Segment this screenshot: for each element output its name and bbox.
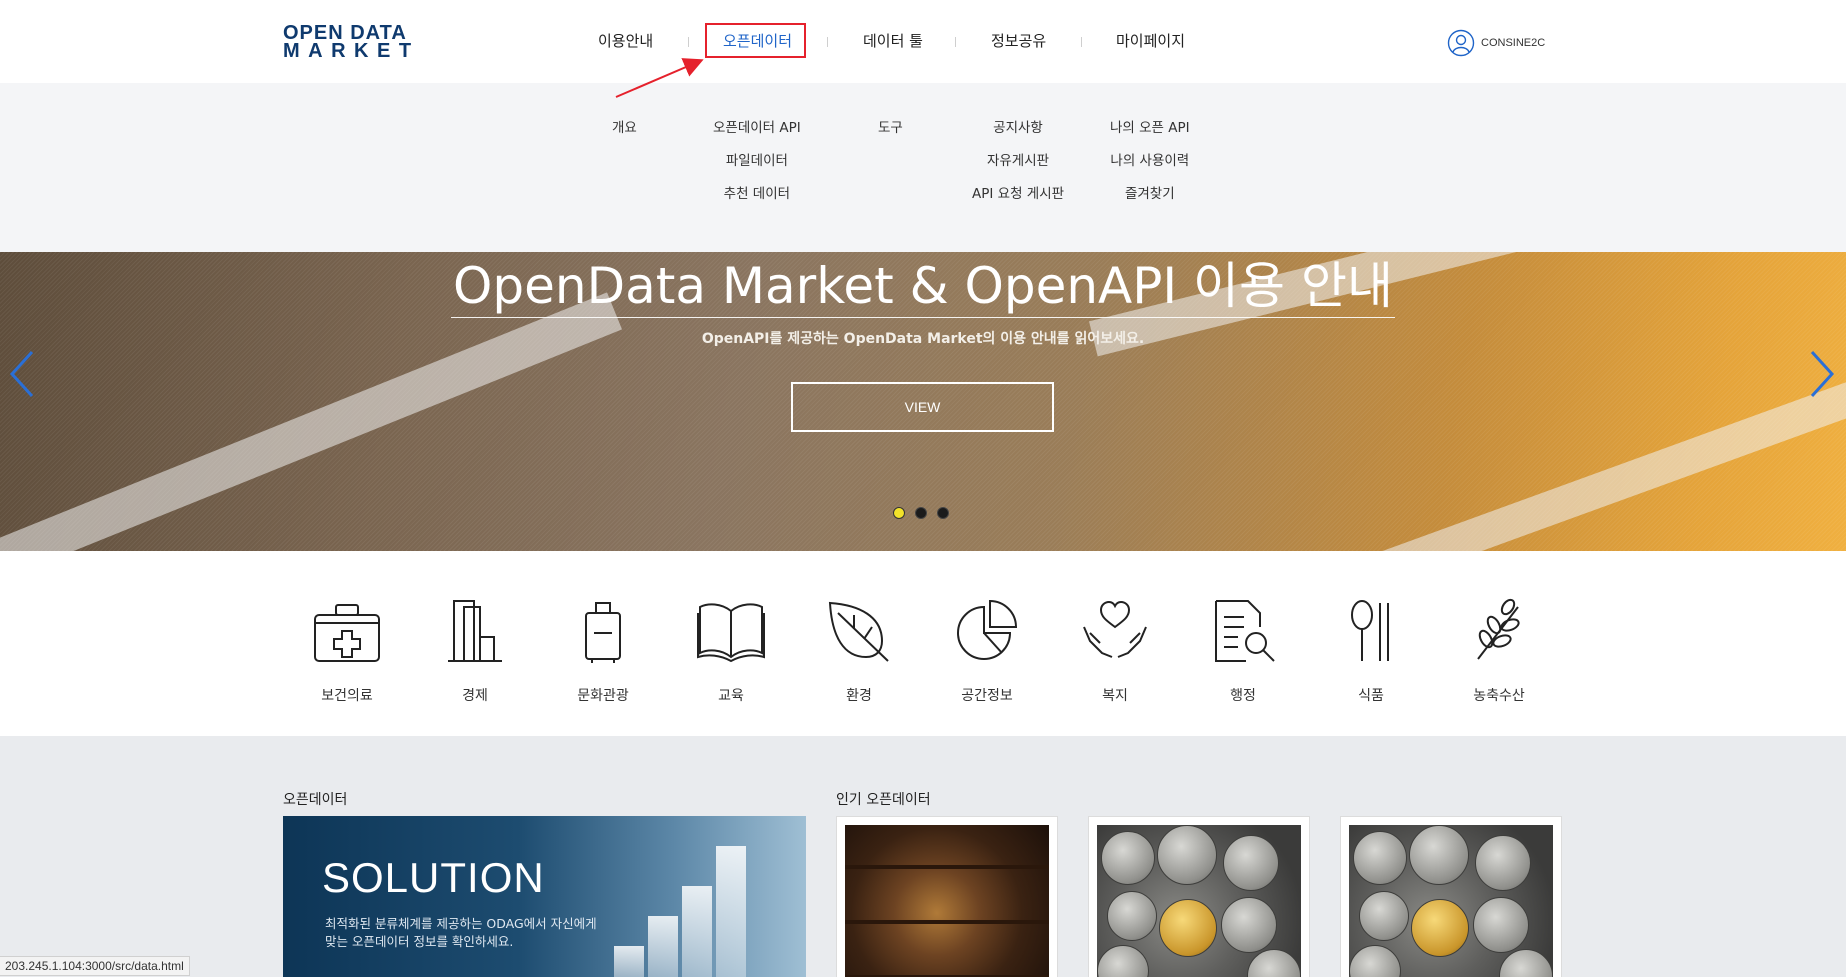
mega-menu: 개요 오픈데이터 API 파일데이터 추천 데이터 도구 공지사항 자유게시판 …	[0, 83, 1846, 252]
hero-subtitle: OpenAPI를 제공하는 OpenData Market의 이용 안내를 읽어…	[701, 331, 1145, 347]
wheat-icon	[1477, 598, 1520, 660]
menu-item-tools[interactable]: 도구	[878, 119, 903, 138]
open-book-icon	[697, 603, 765, 663]
user-name: CONSINE2C	[1481, 37, 1546, 49]
solution-banner[interactable]: SOLUTION 최적화된 분류체계를 제공하는 ODAG에서 자신에게 맞는 …	[283, 816, 806, 977]
nav-item-guide[interactable]: 이용안내	[598, 30, 653, 51]
bookshelf-image	[845, 825, 1049, 977]
category-label: 복지	[1102, 688, 1128, 704]
menu-item-overview[interactable]: 개요	[612, 119, 637, 138]
hero-title: OpenData Market & OpenAPI 이용 안내	[0, 252, 1846, 318]
hero-prev-arrow-icon[interactable]	[8, 348, 36, 400]
menu-item-file-data[interactable]: 파일데이터	[726, 152, 788, 171]
nav-item-mypage[interactable]: 마이페이지	[1116, 30, 1185, 51]
browser-status-url: 203.245.1.104:3000/src/data.html	[0, 956, 190, 976]
nav-divider	[1081, 37, 1082, 47]
mega-col-guide: 개요	[612, 119, 637, 138]
solution-desc-line: 맞는 오픈데이터 정보를 확인하세요.	[325, 934, 514, 949]
popular-data-title: 인기 오픈데이터	[836, 792, 931, 808]
category-administration[interactable]: 행정	[1183, 597, 1303, 705]
category-culture-tourism[interactable]: 문화관광	[543, 597, 663, 705]
hero-dot-2[interactable]	[915, 507, 927, 519]
popular-card[interactable]	[1340, 816, 1562, 977]
category-environment[interactable]: 환경	[799, 597, 919, 705]
site-header: OPEN DATA MARKET 이용안내 오픈데이터 데이터 툴 정보공유 마…	[0, 0, 1846, 83]
menu-item-my-open-api[interactable]: 나의 오픈 API	[1110, 119, 1190, 138]
medical-kit-icon	[314, 604, 380, 662]
category-agriculture[interactable]: 농축수산	[1439, 597, 1559, 705]
main-nav: 이용안내 오픈데이터 데이터 툴 정보공유 마이페이지	[0, 30, 1846, 54]
popular-card[interactable]	[1088, 816, 1310, 977]
popular-card[interactable]	[836, 816, 1058, 977]
hero-dot-1[interactable]	[893, 507, 905, 519]
category-label: 환경	[846, 688, 872, 704]
highlight-box	[705, 23, 806, 58]
menu-item-free-board[interactable]: 자유게시판	[987, 152, 1049, 171]
nav-divider	[688, 37, 689, 47]
luggage-icon	[585, 602, 621, 663]
category-education[interactable]: 교육	[671, 597, 791, 705]
solution-title: SOLUTION	[322, 854, 545, 901]
category-label: 문화관광	[577, 688, 629, 704]
mega-col-open-data: 오픈데이터 API 파일데이터 추천 데이터	[713, 119, 801, 204]
hands-heart-icon	[1083, 600, 1147, 658]
content-section: 오픈데이터 인기 오픈데이터 SOLUTION 최적화된 분류체계를 제공하는 …	[0, 736, 1846, 977]
menu-item-favorites[interactable]: 즐겨찾기	[1125, 185, 1175, 204]
mega-col-data-tool: 도구	[878, 119, 903, 138]
menu-item-notices[interactable]: 공지사항	[993, 119, 1043, 138]
user-account[interactable]: CONSINE2C	[1447, 29, 1545, 57]
hero-pagination	[893, 507, 949, 519]
hero-view-button[interactable]: VIEW	[791, 382, 1054, 432]
category-label: 행정	[1230, 688, 1256, 704]
category-spatial-info[interactable]: 공간정보	[927, 597, 1047, 705]
spoon-chopsticks-icon	[1351, 600, 1389, 661]
solution-description: 최적화된 분류체계를 제공하는 ODAG에서 자신에게 맞는 오픈데이터 정보를…	[325, 915, 645, 951]
document-search-icon	[1215, 600, 1275, 662]
open-data-title: 오픈데이터	[283, 792, 348, 808]
category-bar: 보건의료 경제 문화관광 교육 환경 공간정보 복지 행정 식품 농축수산	[0, 551, 1846, 736]
category-health[interactable]: 보건의료	[287, 597, 407, 705]
buildings-icon	[448, 600, 502, 662]
menu-item-my-usage[interactable]: 나의 사용이력	[1110, 152, 1189, 171]
category-label: 보건의료	[321, 688, 373, 704]
hero-title-text: OpenData Market & OpenAPI 이용 안내	[451, 257, 1395, 318]
nav-item-data-tool[interactable]: 데이터 툴	[863, 30, 923, 51]
mega-col-mypage: 나의 오픈 API 나의 사용이력 즐겨찾기	[1110, 119, 1190, 204]
pie-chart-icon	[957, 599, 1018, 660]
hero-dot-3[interactable]	[937, 507, 949, 519]
menu-item-api-request-board[interactable]: API 요청 게시판	[972, 185, 1064, 204]
category-label: 공간정보	[961, 688, 1013, 704]
hero-next-arrow-icon[interactable]	[1808, 348, 1836, 400]
category-food[interactable]: 식품	[1311, 597, 1431, 705]
category-economy[interactable]: 경제	[415, 597, 535, 705]
leaf-icon	[828, 601, 889, 662]
category-label: 식품	[1358, 688, 1384, 704]
nav-divider	[955, 37, 956, 47]
menu-item-recommended-data[interactable]: 추천 데이터	[724, 185, 790, 204]
mega-col-info-share: 공지사항 자유게시판 API 요청 게시판	[972, 119, 1064, 204]
coins-image	[1349, 825, 1553, 977]
category-welfare[interactable]: 복지	[1055, 597, 1175, 705]
category-label: 경제	[462, 688, 488, 704]
menu-item-open-data-api[interactable]: 오픈데이터 API	[713, 119, 801, 138]
category-label: 교육	[718, 688, 744, 704]
nav-item-info-share[interactable]: 정보공유	[991, 30, 1046, 51]
solution-desc-line: 최적화된 분류체계를 제공하는 ODAG에서 자신에게	[325, 916, 597, 931]
nav-divider	[827, 37, 828, 47]
coins-image	[1097, 825, 1301, 977]
hero-banner: OpenData Market & OpenAPI 이용 안내 OpenAPI를…	[0, 252, 1846, 551]
solution-decor	[614, 846, 746, 977]
user-circle-icon	[1447, 29, 1475, 57]
category-label: 농축수산	[1473, 688, 1525, 704]
